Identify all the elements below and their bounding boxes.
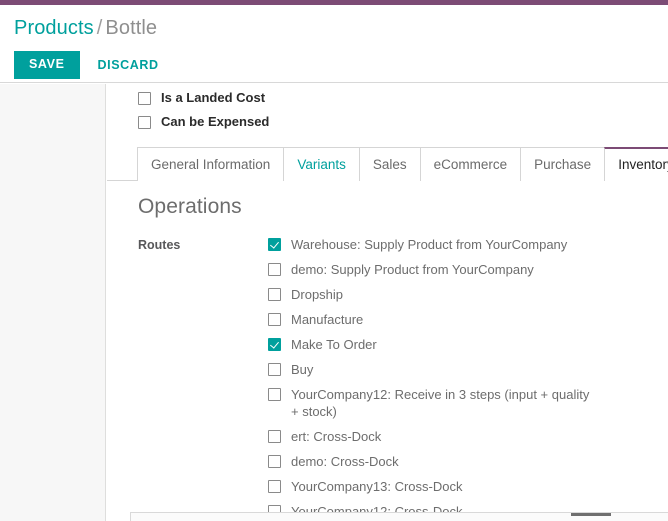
route-make-to-order-checkbox[interactable] xyxy=(268,338,281,351)
route-yourcompany13-cross-dock-checkbox[interactable] xyxy=(268,480,281,493)
route-label: Manufacture xyxy=(291,312,364,327)
route-label: Buy xyxy=(291,362,314,377)
route-ert-cross-dock-checkbox[interactable] xyxy=(268,430,281,443)
route-label: demo: Cross-Dock xyxy=(291,454,399,469)
notebook: General Information Variants Sales eComm… xyxy=(107,146,668,181)
breadcrumb-root-link[interactable]: Products xyxy=(14,17,94,39)
route-receive-in-3-steps-checkbox[interactable] xyxy=(268,388,281,401)
route-buy-checkbox[interactable] xyxy=(268,363,281,376)
route-option[interactable]: YourCompany12: Receive in 3 steps (input… xyxy=(268,386,658,420)
form-actions: SAVE DISCARD xyxy=(14,51,163,79)
discard-button[interactable]: DISCARD xyxy=(94,52,163,79)
route-option[interactable]: ert: Cross-Dock xyxy=(268,428,658,445)
route-option[interactable]: Manufacture xyxy=(268,311,658,328)
route-option[interactable]: Dropship xyxy=(268,286,658,303)
route-option[interactable]: YourCompany13: Cross-Dock xyxy=(268,478,658,495)
form-sheet: Is a Landed Cost Can be Expensed General… xyxy=(107,84,668,521)
can-be-expensed-checkbox[interactable] xyxy=(138,116,151,129)
field-is-a-landed-cost[interactable]: Is a Landed Cost xyxy=(138,90,269,106)
route-label: ert: Cross-Dock xyxy=(291,429,382,444)
tab-general-information[interactable]: General Information xyxy=(137,147,285,181)
tab-sales[interactable]: Sales xyxy=(358,147,421,181)
route-dropship-checkbox[interactable] xyxy=(268,288,281,301)
tab-purchase[interactable]: Purchase xyxy=(520,147,606,181)
tab-inventory[interactable]: Inventory xyxy=(604,147,668,181)
route-demo-cross-dock-checkbox[interactable] xyxy=(268,455,281,468)
breadcrumb-current: Bottle xyxy=(105,17,158,39)
route-option[interactable]: Warehouse: Supply Product from YourCompa… xyxy=(268,236,658,253)
route-option[interactable]: Buy xyxy=(268,361,658,378)
route-label: Dropship xyxy=(291,287,344,302)
route-label: YourCompany12: Receive in 3 steps (input… xyxy=(291,387,590,419)
route-option[interactable]: demo: Supply Product from YourCompany xyxy=(268,261,658,278)
tab-variants[interactable]: Variants xyxy=(283,147,360,181)
notebook-tab-list: General Information Variants Sales eComm… xyxy=(107,146,668,181)
field-can-be-expensed[interactable]: Can be Expensed xyxy=(138,114,269,130)
route-option[interactable]: Make To Order xyxy=(268,336,658,353)
route-manufacture-checkbox[interactable] xyxy=(268,313,281,326)
route-label: Make To Order xyxy=(291,337,377,352)
save-button[interactable]: SAVE xyxy=(14,51,80,79)
route-warehouse-supply-product-checkbox[interactable] xyxy=(268,238,281,251)
control-panel-header: Products / Bottle SAVE DISCARD xyxy=(0,5,668,83)
routes-field-label: Routes xyxy=(138,238,181,252)
breadcrumb: Products / Bottle xyxy=(14,17,157,40)
tab-ecommerce[interactable]: eCommerce xyxy=(419,147,522,181)
left-sidebar-gutter xyxy=(0,84,106,521)
routes-checkbox-list: Warehouse: Supply Product from YourCompa… xyxy=(268,236,658,521)
route-label: YourCompany13: Cross-Dock xyxy=(291,479,463,494)
route-label: Warehouse: Supply Product from YourCompa… xyxy=(291,237,568,252)
breadcrumb-separator: / xyxy=(96,17,103,39)
route-label: demo: Supply Product from YourCompany xyxy=(291,262,534,277)
operations-section-title: Operations xyxy=(138,195,242,218)
is-a-landed-cost-checkbox[interactable] xyxy=(138,92,151,105)
is-a-landed-cost-label: Is a Landed Cost xyxy=(161,90,266,105)
routes-field-row: Routes Warehouse: Supply Product from Yo… xyxy=(138,236,658,521)
route-demo-supply-product-checkbox[interactable] xyxy=(268,263,281,276)
route-option[interactable]: demo: Cross-Dock xyxy=(268,453,658,470)
can-be-expensed-label: Can be Expensed xyxy=(161,114,270,129)
horizontal-scrollbar-thumb[interactable] xyxy=(571,513,611,516)
bottom-scroll-overlay[interactable] xyxy=(130,512,668,521)
top-checkbox-group: Is a Landed Cost Can be Expensed xyxy=(138,90,269,138)
